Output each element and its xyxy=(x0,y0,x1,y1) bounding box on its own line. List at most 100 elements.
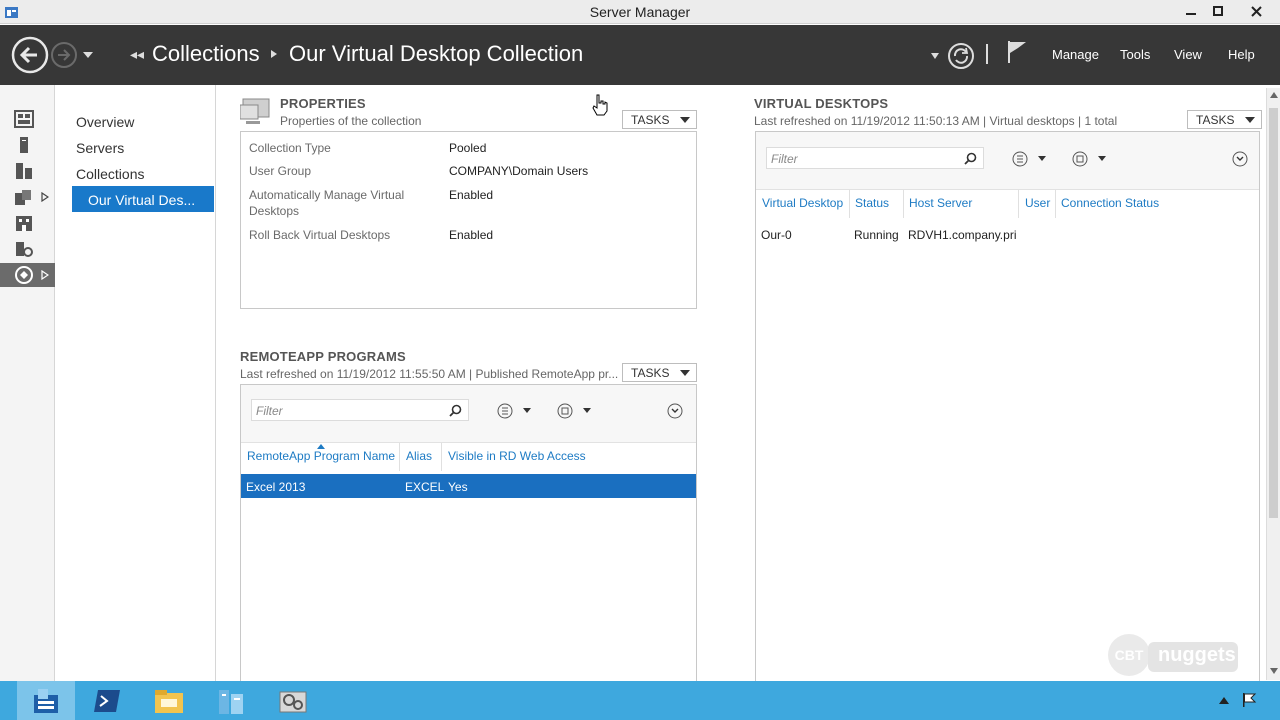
taskbar xyxy=(0,681,1280,720)
save-query-icon[interactable] xyxy=(1072,151,1108,167)
column-divider xyxy=(903,190,904,218)
menu-view[interactable]: View xyxy=(1174,47,1202,62)
save-query-icon[interactable] xyxy=(557,403,593,419)
column-header-host-server[interactable]: Host Server xyxy=(909,196,972,210)
property-label: Collection Type xyxy=(249,141,331,155)
breadcrumb-current: Our Virtual Desktop Collection xyxy=(289,41,584,66)
dashboard-icon xyxy=(14,110,34,128)
remoteapp-title: REMOTEAPP PROGRAMS xyxy=(240,349,406,364)
minimize-button[interactable] xyxy=(1178,2,1204,20)
forward-arrow-icon[interactable] xyxy=(50,41,78,69)
column-header-virtual-desktop[interactable]: Virtual Desktop xyxy=(762,196,843,210)
tasks-label: TASKS xyxy=(1196,113,1235,127)
property-value: Pooled xyxy=(449,141,487,155)
scroll-down-icon[interactable] xyxy=(1270,668,1278,674)
taskbar-admin-tools[interactable] xyxy=(264,681,322,720)
remoteapp-tasks-button[interactable]: TASKS xyxy=(622,363,697,382)
window-title: Server Manager xyxy=(589,4,691,20)
header-dropdown-icon[interactable] xyxy=(930,52,940,60)
minimize-icon xyxy=(1186,13,1196,15)
property-label: Automatically Manage Virtual Desktops xyxy=(249,188,405,218)
folder-icon xyxy=(155,689,183,713)
history-dropdown-icon[interactable] xyxy=(82,50,94,60)
powershell-icon xyxy=(94,689,120,712)
property-label: User Group xyxy=(249,164,312,178)
file-storage-icon xyxy=(15,190,31,205)
local-server-icon xyxy=(20,137,28,153)
watermark-nuggets: nuggets xyxy=(1148,642,1238,672)
restore-icon xyxy=(1213,6,1223,16)
expand-collapse-icon[interactable] xyxy=(1232,151,1248,167)
column-divider xyxy=(849,190,850,218)
column-divider xyxy=(399,443,400,471)
column-divider xyxy=(1055,190,1056,218)
table-row[interactable]: Excel 2013 EXCEL Yes xyxy=(241,474,696,498)
expand-collapse-icon[interactable] xyxy=(667,403,683,419)
back-arrow-icon[interactable] xyxy=(10,35,50,75)
server-manager-icon xyxy=(34,688,58,713)
chevron-down-icon xyxy=(680,117,690,123)
table-row[interactable]: Our-0 Running RDVH1.company.pri xyxy=(756,222,1259,246)
menu-manage[interactable]: Manage xyxy=(1052,47,1099,62)
show-hidden-icons-icon[interactable] xyxy=(1219,697,1229,704)
action-center-flag-icon[interactable] xyxy=(1241,692,1257,708)
refresh-icon[interactable] xyxy=(946,41,976,71)
title-bar: Server Manager xyxy=(0,0,1280,24)
cell-virtual-desktop: Our-0 xyxy=(761,228,792,242)
vertical-scrollbar[interactable] xyxy=(1266,88,1280,680)
search-icon xyxy=(449,404,462,417)
column-divider xyxy=(441,443,442,471)
content-area: PROPERTIES Properties of the collection … xyxy=(217,85,1267,684)
rail-dashboard[interactable] xyxy=(0,107,55,131)
watermark-cbt: CBT xyxy=(1108,634,1150,676)
expand-arrow-icon[interactable] xyxy=(41,270,49,280)
breadcrumb-collections[interactable]: Collections xyxy=(152,41,260,67)
rail-iis[interactable] xyxy=(0,211,55,235)
list-options-icon[interactable] xyxy=(497,403,533,419)
rail-remote-desktop-services[interactable] xyxy=(0,263,55,287)
taskbar-server-apps[interactable] xyxy=(202,681,260,720)
virtual-desktops-title: VIRTUAL DESKTOPS xyxy=(754,96,889,111)
rail-rds[interactable] xyxy=(0,237,55,261)
restore-button[interactable] xyxy=(1205,2,1231,20)
rail-all-servers[interactable] xyxy=(0,159,55,183)
taskbar-file-explorer[interactable] xyxy=(140,681,198,720)
remoteapp-panel: Filter RemoteApp Program Name Alias Visi… xyxy=(240,384,697,684)
taskbar-server-manager[interactable] xyxy=(17,681,75,720)
expand-arrow-icon[interactable] xyxy=(41,192,49,202)
virtual-desktops-filter-input[interactable]: Filter xyxy=(766,147,984,169)
filter-placeholder: Filter xyxy=(256,404,283,418)
header-divider xyxy=(986,44,988,64)
property-value: COMPANY\Domain Users xyxy=(449,164,589,178)
column-header-visible[interactable]: Visible in RD Web Access xyxy=(448,449,586,463)
nav-servers[interactable]: Servers xyxy=(76,140,124,156)
iis-icon xyxy=(16,216,32,231)
properties-tasks-button[interactable]: TASKS xyxy=(622,110,697,129)
remoteapp-filter-input[interactable]: Filter xyxy=(251,399,469,421)
cell-alias: EXCEL xyxy=(405,480,445,494)
notifications-flag-icon[interactable] xyxy=(1006,39,1028,65)
nav-overview[interactable]: Overview xyxy=(76,114,134,130)
rail-file-storage[interactable] xyxy=(0,185,55,209)
rail-local-server[interactable] xyxy=(0,133,55,157)
cell-status: Running xyxy=(854,228,899,242)
close-button[interactable] xyxy=(1236,2,1276,20)
filter-placeholder: Filter xyxy=(771,152,798,166)
column-header-user[interactable]: User xyxy=(1025,196,1050,210)
scroll-thumb[interactable] xyxy=(1269,108,1278,518)
scroll-up-icon[interactable] xyxy=(1270,92,1278,98)
virtual-desktops-tasks-button[interactable]: TASKS xyxy=(1187,110,1262,129)
column-header-status[interactable]: Status xyxy=(855,196,889,210)
menu-tools[interactable]: Tools xyxy=(1120,47,1150,62)
nav-our-virtual-desktop-collection[interactable]: Our Virtual Des... xyxy=(72,186,214,212)
taskbar-powershell[interactable] xyxy=(78,681,136,720)
server-building-icon xyxy=(219,689,243,714)
nav-collections[interactable]: Collections xyxy=(76,166,144,182)
list-options-icon[interactable] xyxy=(1012,151,1048,167)
virtual-desktops-subtitle: Last refreshed on 11/19/2012 11:50:13 AM… xyxy=(754,114,1118,128)
column-header-connection-status[interactable]: Connection Status xyxy=(1061,196,1159,210)
column-header-program-name[interactable]: RemoteApp Program Name xyxy=(247,449,395,463)
property-value: Enabled xyxy=(449,228,494,242)
column-header-alias[interactable]: Alias xyxy=(406,449,432,463)
menu-help[interactable]: Help xyxy=(1228,47,1255,62)
